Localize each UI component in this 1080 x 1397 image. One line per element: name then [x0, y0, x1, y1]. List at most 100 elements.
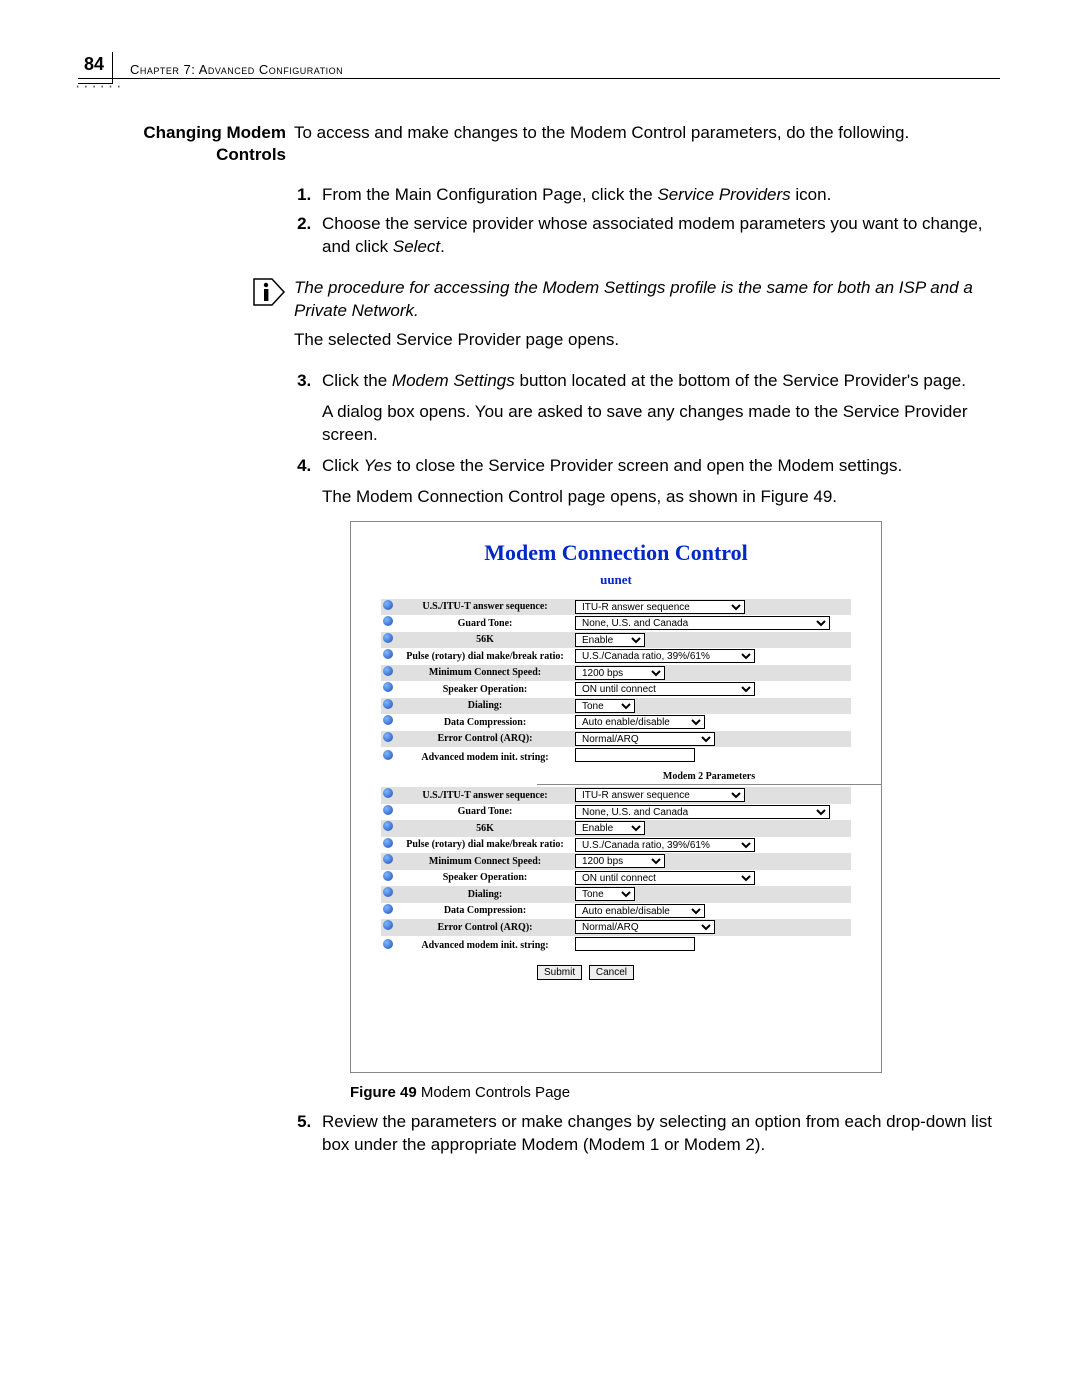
modem2-label-guard_tone: Guard Tone:: [395, 805, 575, 819]
modem1-select-min_speed[interactable]: 1200 bps: [575, 666, 665, 680]
help-icon[interactable]: [381, 616, 395, 631]
step-2: Choose the service provider whose associ…: [316, 213, 998, 259]
help-icon[interactable]: [381, 666, 395, 681]
note-follow: The selected Service Provider page opens…: [294, 329, 998, 352]
modem-2-parameters: U.S./ITU-T answer sequence:ITU-R answer …: [381, 787, 851, 956]
figure-caption-text: Modem Controls Page: [417, 1084, 570, 1101]
submit-button[interactable]: Submit: [537, 965, 582, 980]
help-icon[interactable]: [381, 600, 395, 615]
modem2-select-answer_seq[interactable]: ITU-R answer sequence: [575, 788, 745, 802]
content: Changing Modem Controls To access and ma…: [118, 122, 998, 1169]
figure-49: Modem Connection Control uunet U.S./ITU-…: [350, 521, 882, 1074]
help-icon[interactable]: [381, 805, 395, 820]
step-4-follow: The Modem Connection Control page opens,…: [322, 486, 998, 509]
modem2-row-min_speed: Minimum Connect Speed:1200 bps: [381, 853, 851, 870]
note-row: The procedure for accessing the Modem Se…: [118, 277, 998, 323]
modem2-label-k56: 56K: [395, 822, 575, 836]
modem1-label-speaker: Speaker Operation:: [395, 683, 575, 697]
modem2-select-speaker[interactable]: ON until connect: [575, 871, 755, 885]
modem1-select-speaker[interactable]: ON until connect: [575, 682, 755, 696]
modem1-select-guard_tone[interactable]: None, U.S. and Canada: [575, 616, 830, 630]
modem2-select-error_ctrl[interactable]: Normal/ARQ: [575, 920, 715, 934]
modem-1-parameters: U.S./ITU-T answer sequence:ITU-R answer …: [381, 599, 851, 768]
modem2-row-adv_init: Advanced modem init. string:: [381, 936, 851, 957]
help-icon[interactable]: [381, 699, 395, 714]
modem2-select-dialing[interactable]: Tone: [575, 887, 635, 901]
section-row: Changing Modem Controls To access and ma…: [118, 122, 998, 166]
step-2-text-b: .: [440, 237, 445, 256]
modem2-label-min_speed: Minimum Connect Speed:: [395, 855, 575, 869]
figure-buttons: Submit Cancel: [537, 959, 881, 982]
running-head: Chapter 7: Advanced Configuration: [130, 62, 343, 77]
note-follow-row: The selected Service Provider page opens…: [118, 329, 998, 352]
help-icon[interactable]: [381, 715, 395, 730]
modem1-row-dialing: Dialing:Tone: [381, 698, 851, 715]
modem1-label-adv_init: Advanced modem init. string:: [395, 751, 575, 765]
modem1-select-data_comp[interactable]: Auto enable/disable: [575, 715, 705, 729]
page-decoration-dots: ······: [74, 84, 123, 90]
figure-caption-number: Figure 49: [350, 1084, 417, 1101]
modem2-row-guard_tone: Guard Tone:None, U.S. and Canada: [381, 804, 851, 821]
help-icon[interactable]: [381, 633, 395, 648]
modem1-label-guard_tone: Guard Tone:: [395, 617, 575, 631]
help-icon[interactable]: [381, 887, 395, 902]
page: 84 ······ Chapter 7: Advanced Configurat…: [0, 0, 1080, 1397]
modem2-label-error_ctrl: Error Control (ARQ):: [395, 921, 575, 935]
modem1-row-answer_seq: U.S./ITU-T answer sequence:ITU-R answer …: [381, 599, 851, 616]
modem2-select-min_speed[interactable]: 1200 bps: [575, 854, 665, 868]
modem2-adv-init-input[interactable]: [575, 937, 695, 951]
step-2-ui: Select: [393, 237, 440, 256]
modem2-label-dialing: Dialing:: [395, 888, 575, 902]
modem2-select-pulse_ratio[interactable]: U.S./Canada ratio, 39%/61%: [575, 838, 755, 852]
modem1-row-speaker: Speaker Operation:ON until connect: [381, 681, 851, 698]
help-icon[interactable]: [381, 821, 395, 836]
help-icon[interactable]: [381, 750, 395, 765]
modem2-row-answer_seq: U.S./ITU-T answer sequence:ITU-R answer …: [381, 787, 851, 804]
modem1-select-dialing[interactable]: Tone: [575, 699, 635, 713]
modem2-label-pulse_ratio: Pulse (rotary) dial make/break ratio:: [395, 838, 575, 852]
modem2-label-data_comp: Data Compression:: [395, 904, 575, 918]
modem2-label-answer_seq: U.S./ITU-T answer sequence:: [395, 789, 575, 803]
step-4: Click Yes to close the Service Provider …: [316, 455, 998, 1104]
modem1-label-pulse_ratio: Pulse (rotary) dial make/break ratio:: [395, 650, 575, 664]
step-4-ui: Yes: [364, 456, 392, 475]
help-icon[interactable]: [381, 920, 395, 935]
modem1-label-error_ctrl: Error Control (ARQ):: [395, 732, 575, 746]
help-icon[interactable]: [381, 939, 395, 954]
section-heading-line1: Changing Modem: [143, 123, 286, 142]
modem1-select-pulse_ratio[interactable]: U.S./Canada ratio, 39%/61%: [575, 649, 755, 663]
modem1-row-k56: 56KEnable: [381, 632, 851, 649]
info-icon: [118, 277, 294, 323]
modem2-select-k56[interactable]: Enable: [575, 821, 645, 835]
cancel-button[interactable]: Cancel: [589, 965, 634, 980]
modem1-select-k56[interactable]: Enable: [575, 633, 645, 647]
help-icon[interactable]: [381, 649, 395, 664]
help-icon[interactable]: [381, 904, 395, 919]
step-3: Click the Modem Settings button located …: [316, 370, 998, 447]
modem-2-section-header: Modem 2 Parameters: [537, 770, 881, 786]
modem1-select-error_ctrl[interactable]: Normal/ARQ: [575, 732, 715, 746]
modem2-row-error_ctrl: Error Control (ARQ):Normal/ARQ: [381, 919, 851, 936]
modem1-row-adv_init: Advanced modem init. string:: [381, 747, 851, 768]
modem2-row-k56: 56KEnable: [381, 820, 851, 837]
modem1-label-min_speed: Minimum Connect Speed:: [395, 666, 575, 680]
modem2-select-data_comp[interactable]: Auto enable/disable: [575, 904, 705, 918]
modem2-row-speaker: Speaker Operation:ON until connect: [381, 870, 851, 887]
help-icon[interactable]: [381, 854, 395, 869]
steps-side-spacer: [118, 172, 294, 265]
modem1-row-pulse_ratio: Pulse (rotary) dial make/break ratio:U.S…: [381, 648, 851, 665]
steps-list: From the Main Configuration Page, click …: [294, 184, 998, 259]
help-icon[interactable]: [381, 682, 395, 697]
modem2-select-guard_tone[interactable]: None, U.S. and Canada: [575, 805, 830, 819]
step-3-text-a: Click the: [322, 371, 392, 390]
modem1-adv-init-input[interactable]: [575, 748, 695, 762]
section-heading-line2: Controls: [216, 145, 286, 164]
step-3-ui: Modem Settings: [392, 371, 515, 390]
help-icon[interactable]: [381, 788, 395, 803]
help-icon[interactable]: [381, 732, 395, 747]
help-icon[interactable]: [381, 871, 395, 886]
steps-body: From the Main Configuration Page, click …: [294, 172, 998, 265]
modem1-select-answer_seq[interactable]: ITU-R answer sequence: [575, 600, 745, 614]
modem2-row-dialing: Dialing:Tone: [381, 886, 851, 903]
help-icon[interactable]: [381, 838, 395, 853]
